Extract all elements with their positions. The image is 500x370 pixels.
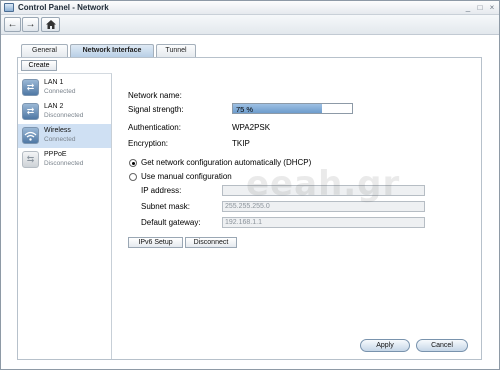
signal-strength-label: Signal strength: [128,105,184,114]
tab-general[interactable]: General [21,44,68,57]
sidebar-item-status: Disconnected [44,112,84,119]
default-gateway-field[interactable]: 192.168.1.1 [222,217,425,228]
left-arrow-icon: ← [7,19,18,30]
forward-button[interactable]: → [22,17,39,32]
sidebar-item-lan1[interactable]: ⇄ LAN 1 Connected [18,76,111,100]
ip-address-label: IP address: [141,186,182,195]
sidebar-item-pppoe[interactable]: ⇆ PPPoE Disconnected [18,148,111,172]
default-gateway-label: Default gateway: [141,218,201,227]
watermark: eeah.gr [246,164,401,204]
network-name-label: Network name: [128,91,182,100]
manual-config-label: Use manual configuration [141,172,232,181]
right-arrow-icon: → [25,19,36,30]
subnet-mask-label: Subnet mask: [141,202,190,211]
sidebar-item-status: Disconnected [44,160,84,167]
encryption-label: Encryption: [128,139,169,148]
pppoe-icon: ⇆ [22,151,39,168]
sidebar-item-lan2[interactable]: ⇄ LAN 2 Disconnected [18,100,111,124]
home-button[interactable] [41,17,60,32]
sidebar-item-label: LAN 2 [44,103,64,110]
tab-network-interface[interactable]: Network Interface [70,44,154,57]
title-bar: Control Panel - Network _ □ × [1,1,499,15]
sidebar-item-label: Wireless [44,127,71,134]
encryption-value: TKIP [232,139,250,148]
toolbar: ← → [1,15,499,35]
signal-strength-bar: 75 % [232,103,353,114]
signal-strength-value: 75 % [236,105,254,114]
interface-list: ⇄ LAN 1 Connected ⇄ LAN 2 Disconnected W… [18,73,112,359]
sidebar-item-label: PPPoE [44,151,67,158]
authentication-label: Authentication: [128,123,181,132]
sidebar-item-status: Connected [44,136,76,143]
minimize-button[interactable]: _ [463,3,473,12]
lan-icon: ⇄ [22,103,39,120]
control-panel-window: Control Panel - Network _ □ × ← → Genera… [0,0,500,370]
create-button[interactable]: Create [21,60,57,71]
sidebar-item-wireless[interactable]: Wireless Connected [18,124,111,148]
manual-config-radio[interactable] [129,173,137,181]
wireless-icon [22,127,39,144]
tab-tunnel[interactable]: Tunnel [156,44,196,57]
apply-button[interactable]: Apply [360,339,410,352]
sidebar-item-label: LAN 1 [44,79,64,86]
close-button[interactable]: × [487,3,497,12]
cancel-button[interactable]: Cancel [416,339,468,352]
control-panel-icon [4,3,14,12]
disconnect-button[interactable]: Disconnect [185,237,237,248]
authentication-value: WPA2PSK [232,123,271,132]
back-button[interactable]: ← [4,17,21,32]
home-icon [45,20,56,29]
dhcp-radio[interactable] [129,159,137,167]
lan-icon: ⇄ [22,79,39,96]
sidebar-item-status: Connected [44,88,76,95]
network-interface-panel: Create ⇄ LAN 1 Connected ⇄ LAN 2 Disconn… [17,57,482,360]
window-title: Control Panel - Network [18,3,109,12]
maximize-button[interactable]: □ [475,3,485,12]
ipv6-setup-button[interactable]: IPv6 Setup [128,237,183,248]
